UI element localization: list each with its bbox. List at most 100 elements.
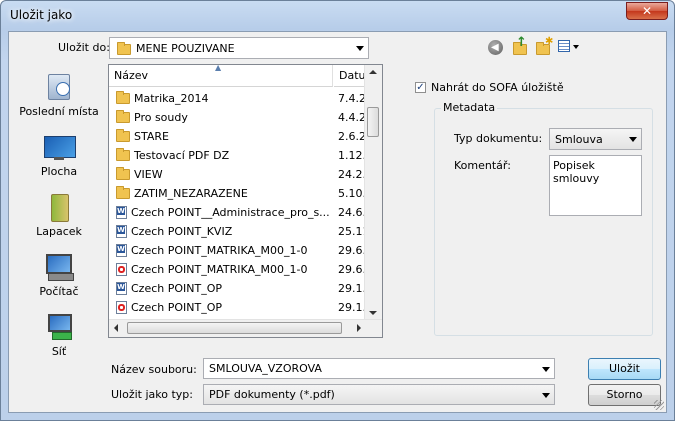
sidebar-item-desktop[interactable]: Plocha [9, 132, 109, 178]
up-folder-icon[interactable]: ↑ [511, 35, 529, 56]
computer-icon [42, 252, 76, 282]
file-name: Czech POINT_MATRIKA_M00_1-0 [131, 244, 308, 257]
chevron-down-icon [629, 137, 637, 142]
save-button-label: Uložit [609, 362, 640, 375]
chevron-down-icon [542, 366, 550, 372]
location-value: MENE POUZIVANE [136, 42, 235, 55]
filetype-select[interactable]: PDF dokumenty (*.pdf) [203, 384, 555, 405]
scroll-left-icon[interactable] [114, 324, 118, 332]
file-row[interactable]: Czech POINT__Administrace_pro_s...24.6.2… [109, 203, 380, 222]
file-row[interactable]: VIEW 24.2.20 [109, 165, 380, 184]
doc-type-value: Smlouva [555, 133, 603, 146]
views-menu-icon[interactable] [558, 40, 582, 54]
folder-icon [116, 129, 130, 142]
file-row[interactable]: Czech POINT_MATRIKA_M00_1-029.6.20 [109, 260, 380, 279]
user-library-icon [42, 192, 76, 222]
file-name: Czech POINT_KVIZ [131, 225, 233, 238]
scroll-up-icon[interactable] [369, 70, 377, 74]
column-header-date[interactable]: Datum [334, 65, 376, 87]
folder-icon [116, 186, 130, 199]
comment-value: Popisek smlouvy [553, 159, 600, 185]
doc-type-label: Typ dokumentu: [454, 132, 543, 145]
word-document-icon [116, 282, 127, 295]
file-name-cell: Czech POINT__Administrace_pro_s... [116, 203, 330, 222]
save-button[interactable]: Uložit [588, 358, 661, 380]
chevron-down-icon [356, 46, 364, 51]
comment-textarea[interactable]: Popisek smlouvy [549, 155, 642, 216]
sidebar-item-computer[interactable]: Počítač [9, 252, 109, 298]
column-header-name-label: Název [114, 69, 149, 82]
folder-icon [116, 167, 130, 180]
file-row[interactable]: Czech POINT_OP29.1.20 [109, 279, 380, 298]
file-name-cell: VIEW [116, 165, 163, 184]
scroll-down-icon[interactable] [369, 311, 377, 315]
sofa-checkbox[interactable]: ✓ [415, 82, 426, 93]
metadata-group: Metadata Typ dokumentu: Smlouva Komentář… [434, 101, 653, 336]
sort-arrow-icon: ▲ [215, 64, 222, 72]
sidebar-item-network[interactable]: Síť [9, 312, 109, 358]
title-bar[interactable]: Uložit jako ✕ [1, 1, 674, 31]
sofa-checkbox-label: Nahrát do SOFA úložiště [431, 81, 564, 94]
file-name: Czech POINT_MATRIKA_M00_1-0 [131, 263, 308, 276]
pdf-document-icon [116, 263, 127, 276]
filename-label: Název souboru: [111, 363, 197, 376]
folder-icon [116, 91, 130, 104]
file-name-cell: Pro soudy [116, 108, 188, 127]
file-name: Pro soudy [134, 111, 188, 124]
file-name: ZATIM_NEZARAZENE [134, 187, 248, 200]
desktop-icon [42, 132, 76, 162]
file-name-cell: Czech POINT_OP [116, 298, 222, 317]
file-name: Czech POINT_OP [131, 282, 223, 295]
filetype-value: PDF dokumenty (*.pdf) [209, 388, 335, 401]
file-name: Testovací PDF DZ [134, 149, 230, 162]
cancel-button[interactable]: Storno [588, 384, 661, 406]
file-list[interactable]: Název ▲ Datum Matrika_2014 7.4.201 Pro sou… [108, 64, 383, 338]
file-row[interactable]: Pro soudy 4.4.201 [109, 108, 380, 127]
scroll-thumb[interactable] [367, 107, 379, 137]
location-label: Uložit do: [58, 41, 110, 54]
folder-icon [116, 110, 130, 123]
column-header-name[interactable]: Název ▲ [109, 65, 333, 87]
word-document-icon [116, 206, 127, 219]
pdf-document-icon [116, 301, 127, 314]
dialog-client-area: Uložit do: MENE POUZIVANE ◀ ↑ ✱ Poslední… [8, 31, 667, 413]
metadata-group-title: Metadata [441, 101, 498, 114]
file-row[interactable]: ZATIM_NEZARAZENE 5.10.20 [109, 184, 380, 203]
sidebar-item-label: Lapacek [36, 225, 82, 238]
file-name-cell: Czech POINT_KVIZ [116, 222, 232, 241]
back-icon[interactable]: ◀ [488, 40, 503, 55]
file-name-cell: STARE [116, 127, 169, 146]
file-name-cell: Testovací PDF DZ [116, 146, 229, 165]
word-document-icon [116, 244, 127, 257]
sidebar-item-lapacek[interactable]: Lapacek [9, 192, 109, 238]
filetype-label: Uložit jako typ: [111, 388, 193, 401]
sidebar-item-label: Počítač [39, 285, 79, 298]
location-combo[interactable]: MENE POUZIVANE [109, 37, 369, 59]
file-row[interactable]: Matrika_2014 7.4.201 [109, 89, 380, 108]
file-name: STARE [134, 130, 169, 143]
doc-type-select[interactable]: Smlouva [549, 128, 642, 150]
file-name: Matrika_2014 [134, 92, 209, 105]
file-row[interactable]: Czech POINT_KVIZ25.11.2 [109, 222, 380, 241]
file-row[interactable]: Czech POINT_OP29.1.20 [109, 298, 380, 317]
close-button[interactable]: ✕ [626, 2, 668, 20]
word-document-icon [116, 225, 127, 238]
file-row[interactable]: Testovací PDF DZ 1.12.20 [109, 146, 380, 165]
sidebar-item-label: Síť [51, 345, 67, 358]
resize-grip[interactable] [654, 400, 664, 410]
folder-icon [117, 42, 131, 55]
filename-input[interactable]: SMLOUVA_VZOROVA [203, 358, 555, 379]
sidebar-item-label: Poslední místa [19, 105, 99, 118]
recent-places-icon [42, 72, 76, 102]
sidebar-item-recent-places[interactable]: Poslední místa [9, 72, 109, 118]
file-name-cell: Matrika_2014 [116, 89, 209, 108]
file-name-cell: Czech POINT_MATRIKA_M00_1-0 [116, 241, 308, 260]
scroll-right-icon[interactable] [357, 324, 361, 332]
new-folder-icon[interactable]: ✱ [535, 36, 553, 56]
window-title: Uložit jako [10, 8, 73, 22]
file-row[interactable]: STARE 2.6.201 [109, 127, 380, 146]
vertical-scrollbar[interactable] [364, 65, 382, 320]
hscroll-thumb[interactable] [127, 322, 342, 334]
file-row[interactable]: Czech POINT_MATRIKA_M00_1-029.6.20 [109, 241, 380, 260]
horizontal-scrollbar[interactable] [109, 319, 382, 337]
